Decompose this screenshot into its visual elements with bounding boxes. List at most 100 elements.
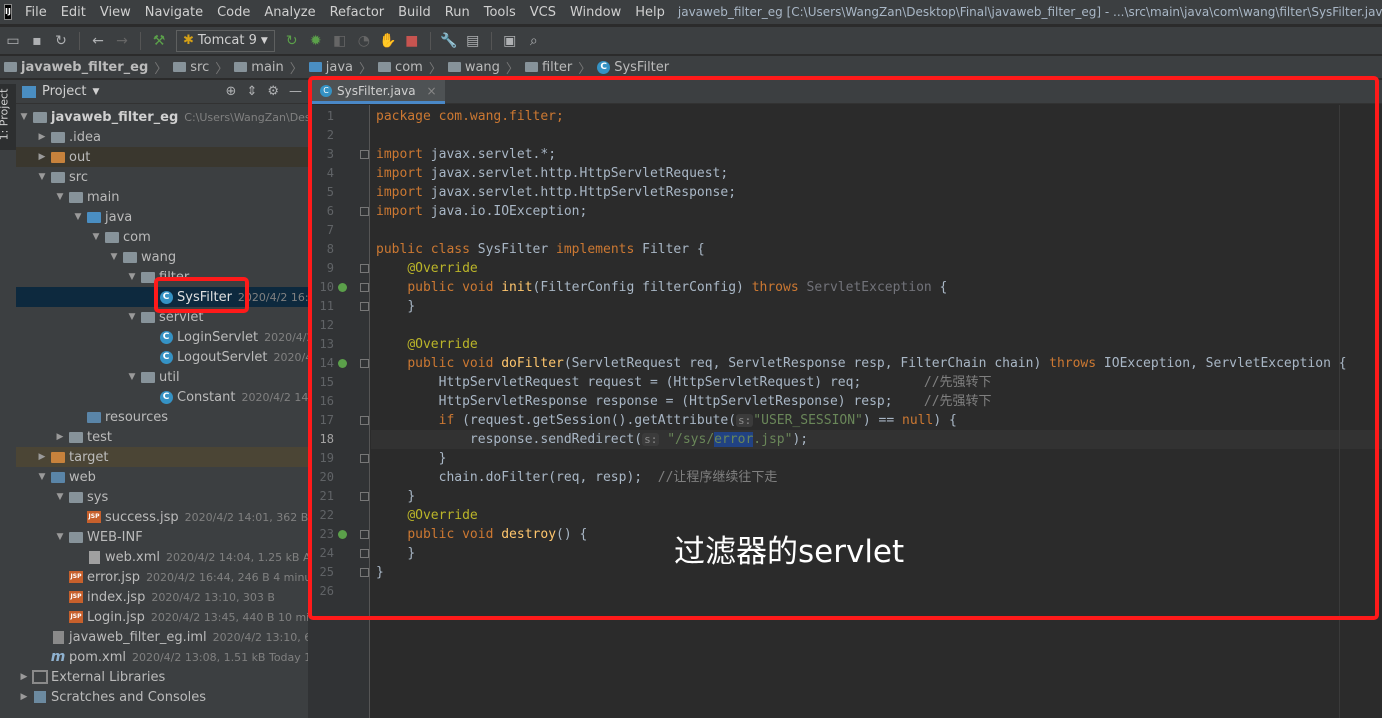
tree-item[interactable]: LogoutServlet2020/4/ xyxy=(16,347,308,367)
excluded-folder-icon xyxy=(50,150,66,164)
tree-item[interactable]: index.jsp2020/4/2 13:10, 303 B xyxy=(16,587,308,607)
expanded-icon[interactable]: ▼ xyxy=(36,472,48,482)
project-panel-title[interactable]: Project xyxy=(42,84,86,99)
tree-item[interactable]: ▶ Scratches and Consoles xyxy=(16,687,308,707)
expanded-icon[interactable]: ▼ xyxy=(54,492,66,502)
run-config-select[interactable]: ✱ Tomcat 9 ▼ xyxy=(176,29,275,52)
tree-item[interactable]: ▶ test xyxy=(16,427,308,447)
tree-item[interactable]: ▼ web xyxy=(16,467,308,487)
tree-item[interactable]: ▶ .idea xyxy=(16,127,308,147)
tree-item[interactable]: pom.xml2020/4/2 13:08, 1.51 kB Today 13:… xyxy=(16,647,308,667)
tree-item[interactable]: Constant2020/4/2 14:0 xyxy=(16,387,308,407)
expanded-icon[interactable]: ▼ xyxy=(90,232,102,242)
tree-item[interactable]: ▼ src xyxy=(16,167,308,187)
tree-item[interactable]: ▶ out xyxy=(16,147,308,167)
tree-item[interactable]: javaweb_filter_eg.iml2020/4/2 13:10, 657… xyxy=(16,627,308,647)
stop-icon[interactable]: ■ xyxy=(401,30,423,52)
project-tool-tab[interactable]: 1: Project xyxy=(0,84,16,150)
tree-item[interactable]: ▼ util xyxy=(16,367,308,387)
menu-refactor[interactable]: Refactor xyxy=(323,5,392,20)
chevron-down-icon[interactable]: ▼ xyxy=(92,87,99,97)
breadcrumb-item[interactable]: C SysFilter xyxy=(597,60,669,75)
collapsed-icon[interactable]: ▶ xyxy=(36,152,48,162)
run-config-label: Tomcat 9 xyxy=(197,33,257,48)
expanded-icon[interactable]: ▼ xyxy=(108,252,120,262)
menu-vcs[interactable]: VCS xyxy=(523,5,563,20)
collapse-all-icon[interactable]: ⇕ xyxy=(246,84,257,99)
tree-item[interactable]: resources xyxy=(16,407,308,427)
tree-item[interactable]: ▶ target xyxy=(16,447,308,467)
project-structure-icon[interactable]: ▤ xyxy=(462,30,484,52)
save-all-icon[interactable]: ▪ xyxy=(26,30,48,52)
expanded-icon[interactable]: ▼ xyxy=(126,272,138,282)
breadcrumb-item[interactable]: com xyxy=(378,60,423,75)
tree-item[interactable]: web.xml2020/4/2 14:04, 1.25 kB A m xyxy=(16,547,308,567)
debug-icon[interactable]: ✹ xyxy=(305,30,327,52)
terminal-icon[interactable]: ▣ xyxy=(499,30,521,52)
expanded-icon[interactable]: ▼ xyxy=(72,212,84,222)
open-folder-icon[interactable]: ▭ xyxy=(2,30,24,52)
build-hammer-icon[interactable]: ⚒ xyxy=(148,30,170,52)
tree-item[interactable]: error.jsp2020/4/2 16:44, 246 B 4 minute xyxy=(16,567,308,587)
locate-icon[interactable]: ⊕ xyxy=(226,84,237,99)
menu-view[interactable]: View xyxy=(93,5,138,20)
expanded-icon[interactable]: ▼ xyxy=(18,112,30,122)
expanded-icon[interactable]: ▼ xyxy=(126,312,138,322)
menu-code[interactable]: Code xyxy=(210,5,257,20)
breadcrumb-item[interactable]: java xyxy=(308,60,353,75)
tree-item[interactable]: success.jsp2020/4/2 14:01, 362 B 2 xyxy=(16,507,308,527)
breadcrumb-item[interactable]: javaweb_filter_eg xyxy=(4,60,148,75)
menu-analyze[interactable]: Analyze xyxy=(257,5,322,20)
wrench-icon[interactable]: 🔧 xyxy=(438,30,460,52)
rerun-icon[interactable]: ↻ xyxy=(281,30,303,52)
folder-icon xyxy=(50,130,66,144)
sync-icon[interactable]: ↻ xyxy=(50,30,72,52)
tree-item[interactable]: LoginServlet2020/4/2 xyxy=(16,327,308,347)
menu-tools[interactable]: Tools xyxy=(477,5,523,20)
search-icon[interactable]: ⌕ xyxy=(523,30,545,52)
class-icon: C xyxy=(597,60,611,74)
menu-navigate[interactable]: Navigate xyxy=(138,5,210,20)
menu-edit[interactable]: Edit xyxy=(54,5,93,20)
menu-file[interactable]: File xyxy=(18,5,54,20)
back-icon[interactable]: ← xyxy=(87,30,109,52)
tree-item[interactable]: ▼ main xyxy=(16,187,308,207)
forward-icon[interactable]: → xyxy=(111,30,133,52)
collapsed-icon[interactable]: ▶ xyxy=(18,692,30,702)
collapsed-icon[interactable]: ▶ xyxy=(54,432,66,442)
expanded-icon[interactable]: ▼ xyxy=(126,372,138,382)
tree-item[interactable]: ▼ javaweb_filter_eg C:\Users\WangZan\Desk xyxy=(16,107,308,127)
collapsed-icon[interactable]: ▶ xyxy=(18,672,30,682)
breadcrumb-item[interactable]: filter xyxy=(524,60,572,75)
tree-item[interactable]: ▼ WEB-INF xyxy=(16,527,308,547)
expanded-icon[interactable]: ▼ xyxy=(36,172,48,182)
menu-help[interactable]: Help xyxy=(628,5,672,20)
coverage-icon[interactable]: ◧ xyxy=(329,30,351,52)
attach-icon[interactable]: ✋ xyxy=(377,30,399,52)
tree-item[interactable]: Login.jsp2020/4/2 13:45, 440 B 10 minu xyxy=(16,607,308,627)
menu-build[interactable]: Build xyxy=(391,5,438,20)
breadcrumb-item[interactable]: src xyxy=(173,60,209,75)
menu-run[interactable]: Run xyxy=(438,5,477,20)
tree-item[interactable]: ▼ sys xyxy=(16,487,308,507)
module-folder-icon xyxy=(32,110,48,124)
minimize-icon[interactable]: — xyxy=(289,84,302,99)
menu-window[interactable]: Window xyxy=(563,5,628,20)
jsp-file-icon xyxy=(68,610,84,624)
gear-icon[interactable]: ⚙ xyxy=(267,84,279,99)
tree-item[interactable]: ▼ wang xyxy=(16,247,308,267)
breadcrumb-item[interactable]: main xyxy=(234,60,284,75)
collapsed-icon[interactable]: ▶ xyxy=(36,452,48,462)
tree-item[interactable]: ▼ com xyxy=(16,227,308,247)
tree-item[interactable]: ▼ java xyxy=(16,207,308,227)
expanded-icon[interactable]: ▼ xyxy=(54,192,66,202)
web-folder-icon xyxy=(50,470,66,484)
collapsed-icon[interactable]: ▶ xyxy=(36,132,48,142)
expanded-icon[interactable]: ▼ xyxy=(54,532,66,542)
breadcrumb-item[interactable]: wang xyxy=(447,60,500,75)
main-toolbar: ▭ ▪ ↻ ← → ⚒ ✱ Tomcat 9 ▼ ↻ ✹ ◧ ◔ ✋ ■ 🔧 ▤… xyxy=(0,27,1382,54)
tree-item[interactable]: ▶ External Libraries xyxy=(16,667,308,687)
jsp-file-icon xyxy=(68,570,84,584)
project-panel-header: Project ▼ ⊕ ⇕ ⚙ — xyxy=(16,80,308,104)
profile-icon[interactable]: ◔ xyxy=(353,30,375,52)
